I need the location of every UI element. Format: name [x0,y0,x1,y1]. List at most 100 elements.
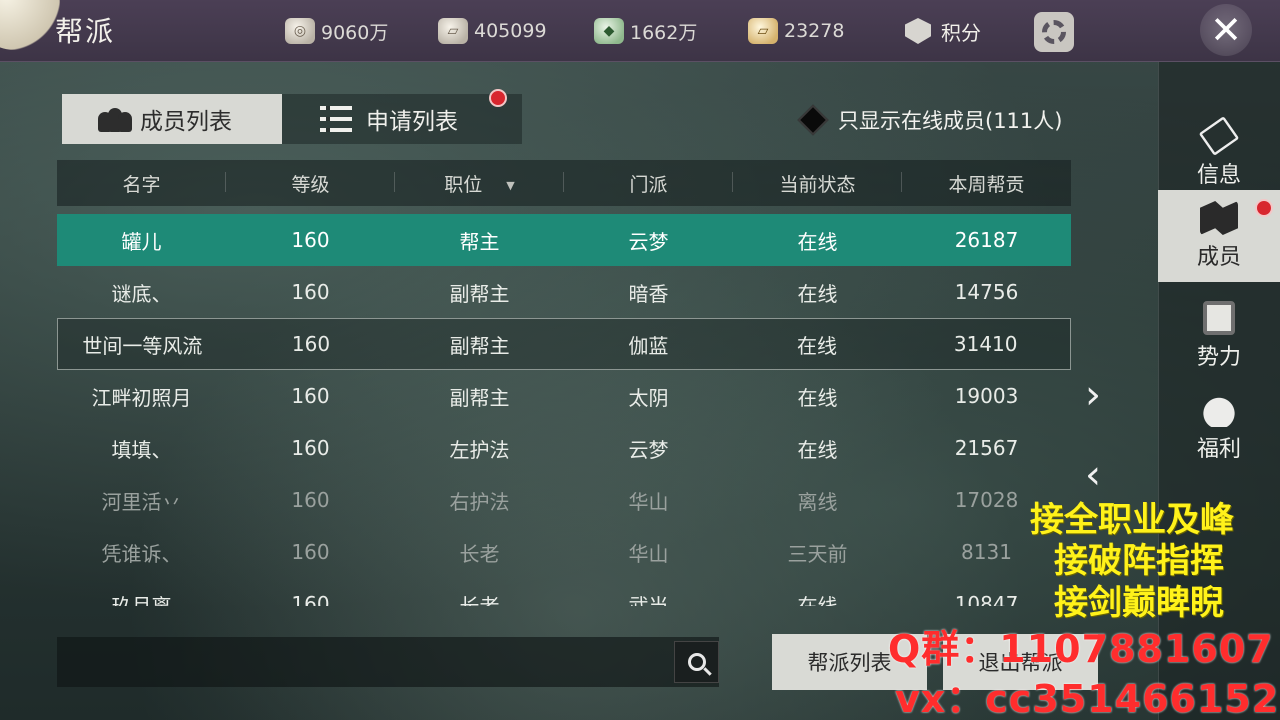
tab-label: 申请列表 [366,109,458,135]
overlay-text-line3: 接剑巅睥睨 [1054,583,1224,623]
cell-level: 160 [291,280,330,304]
score-badge-icon [905,18,931,44]
tab-label: 成员列表 [140,109,232,135]
cell-school: 云梦 [628,437,669,462]
cell-school: 武当 [628,593,669,607]
tab-member-list[interactable]: 成员列表 [62,94,282,144]
table-row[interactable]: 谜底、 160 副帮主 暗香 在线 14756 [57,266,1071,318]
column-header-name[interactable]: 名字 [57,170,226,197]
currency-value: 1662万 [630,21,698,44]
gear-icon [1042,20,1066,44]
cell-contribution: 31410 [953,332,1018,356]
table-row[interactable]: 世间一等风流 160 副帮主 伽蓝 在线 31410 [57,318,1071,370]
currency-value: 405099 [474,20,547,42]
table-row[interactable]: 凭谁诉、 160 长老 华山 三天前 8131 [57,526,1071,578]
settings-button[interactable] [1034,12,1074,52]
notification-dot [489,89,507,107]
close-icon: ✕ [1210,8,1242,52]
silver-ingot-icon: ▱ [438,18,468,44]
cell-level: 160 [291,384,330,408]
table-row[interactable]: 江畔初照月 160 副帮主 太阴 在线 19003 [57,370,1071,422]
online-only-label: 只显示在线成员(111人) [838,109,1063,133]
cell-school: 伽蓝 [628,333,669,358]
table-header: 名字 等级 职位 ▼ 门派 当前状态 本周帮贡 [57,160,1071,206]
cell-school: 云梦 [628,229,669,254]
cell-name: 填填、 [111,437,172,462]
cell-level: 160 [291,592,330,606]
cell-contribution: 8131 [961,540,1012,564]
cell-contribution: 10847 [954,592,1019,606]
cell-school: 太阴 [628,385,669,410]
table-row[interactable]: 填填、 160 左护法 云梦 在线 21567 [57,422,1071,474]
cell-level: 160 [291,436,330,460]
nav-label: 成员 [1196,245,1241,270]
nav-item-info[interactable]: 信息 [1158,108,1280,200]
cell-school: 华山 [628,489,669,514]
online-only-toggle[interactable]: 只显示在线成员(111人) [797,102,1063,138]
column-header-school[interactable]: 门派 [564,170,733,197]
banner-icon [1200,201,1238,235]
top-bar: 帮派 ◎ 9060万 ▱ 405099 ◆ 1662万 ▱ 23278 积分 ✕ [0,0,1280,62]
cell-status: 在线 [797,437,838,462]
sort-down-icon: ▼ [506,178,515,192]
cell-role: 帮主 [459,229,500,254]
nav-item-welfare[interactable]: 福利 [1158,382,1280,474]
currency-value: 23278 [784,20,845,42]
cell-role: 副帮主 [449,281,510,306]
tab-application-list[interactable]: 申请列表 [282,94,522,144]
list-icon [320,106,352,132]
chevron-right-icon[interactable]: › [1085,372,1101,418]
currency-jade[interactable]: ◆ 1662万 [594,16,697,46]
table-row[interactable]: 罐儿 160 帮主 云梦 在线 26187 [57,214,1071,266]
cell-role: 左护法 [449,437,510,462]
jade-icon: ◆ [594,18,624,44]
cell-name: 玖月离 [111,593,172,607]
cell-status: 在线 [797,333,838,358]
cell-level: 160 [291,332,331,356]
cell-name: 世间一等风流 [82,333,203,358]
column-header-level[interactable]: 等级 [226,170,395,197]
cell-status: 离线 [797,489,838,514]
currency-silver-ingot[interactable]: ▱ 405099 [438,16,547,46]
notification-dot [1255,199,1273,217]
cell-level: 160 [291,228,330,252]
cell-role: 副帮主 [449,333,510,358]
score-button[interactable]: 积分 [905,16,981,46]
cell-contribution: 26187 [954,228,1019,252]
cell-contribution: 21567 [954,436,1019,460]
column-header-contribution[interactable]: 本周帮贡 [902,170,1071,197]
currency-value: 9060万 [321,21,389,44]
column-header-role[interactable]: 职位 ▼ [395,170,564,197]
nav-item-power[interactable]: 势力 [1158,290,1280,382]
search-button[interactable] [674,641,719,683]
cell-school: 暗香 [628,281,669,306]
money-bag-icon [1200,393,1238,427]
nav-label: 福利 [1196,437,1241,462]
cell-school: 华山 [628,541,669,566]
people-icon [98,106,132,132]
score-label: 积分 [941,20,981,45]
search-icon [687,653,706,671]
cell-name: 罐儿 [121,229,162,254]
cell-name: 河里活丷 [101,489,182,514]
cell-status: 在线 [797,385,838,410]
cell-status: 三天前 [787,541,848,566]
cell-name: 凭谁诉、 [101,541,182,566]
close-button[interactable]: ✕ [1190,0,1262,60]
cell-name: 江畔初照月 [91,385,192,410]
currency-gold-ingot[interactable]: ▱ 23278 [748,16,844,46]
cell-role: 右护法 [449,489,510,514]
table-row[interactable]: 玖月离 160 长老 武当 在线 10847 [57,578,1071,606]
overlay-qq-group: Q群：1107881607 [888,627,1274,671]
search-input[interactable] [57,637,719,687]
cell-level: 160 [291,540,330,564]
table-row[interactable]: 河里活丷 160 右护法 华山 离线 17028 [57,474,1071,526]
cell-status: 在线 [797,281,838,306]
cell-role: 长老 [459,593,500,607]
cell-contribution: 19003 [954,384,1019,408]
currency-silver-coin[interactable]: ◎ 9060万 [285,16,388,46]
gold-ingot-icon: ▱ [748,18,778,44]
cell-role: 长老 [459,541,500,566]
moon-decoration [0,0,60,50]
column-header-status[interactable]: 当前状态 [733,170,902,197]
